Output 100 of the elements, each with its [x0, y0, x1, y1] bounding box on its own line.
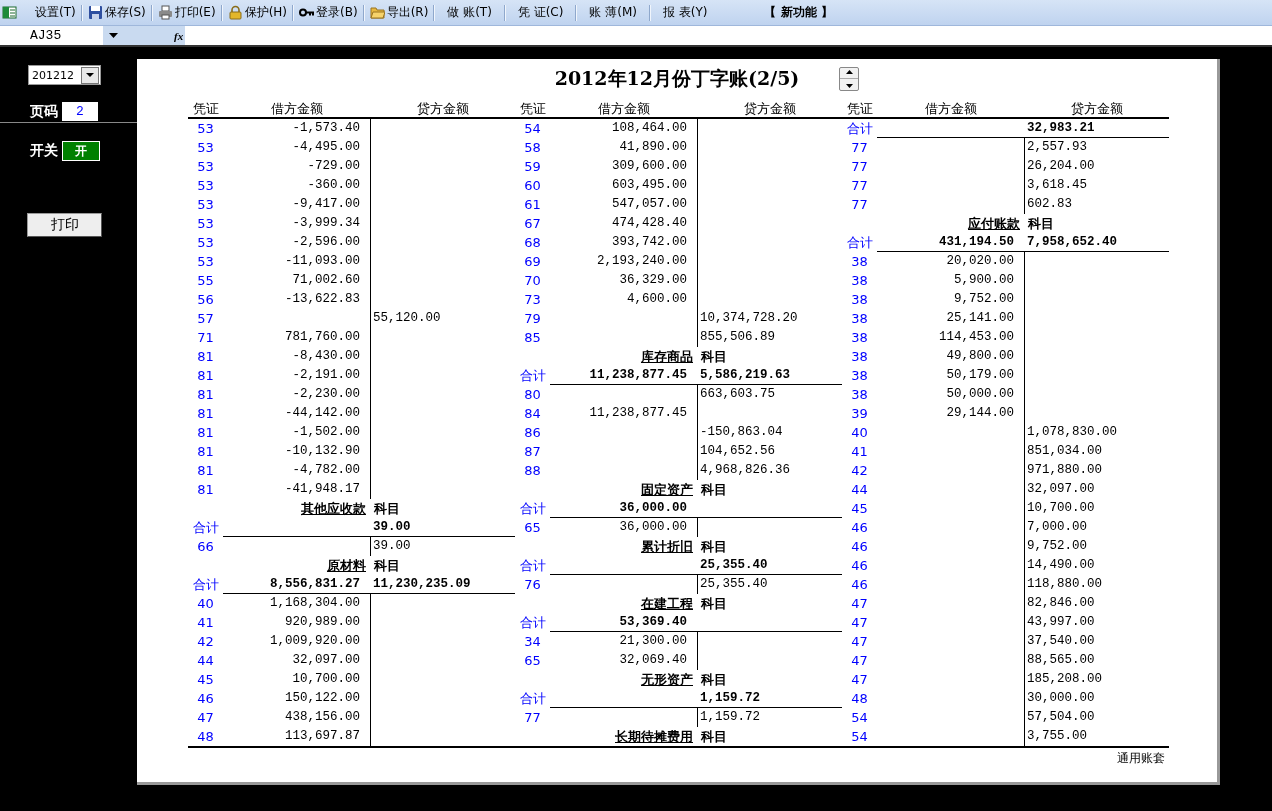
account-name: 无形资产 — [640, 671, 694, 689]
credit-total: 32,983.21 — [1024, 119, 1169, 138]
debit-amount: 4,600.00 — [626, 291, 688, 308]
voucher-number: 81 — [196, 405, 215, 423]
credit-amount: 82,846.00 — [1024, 594, 1169, 613]
debit-amount: -2,191.00 — [291, 367, 361, 384]
debit-amount: 2,193,240.00 — [596, 253, 688, 270]
credit-amount: 39.00 — [370, 537, 515, 556]
debit-amount: 36,329.00 — [618, 272, 688, 289]
voucher-number: 77 — [850, 158, 869, 176]
debit-amount: 393,742.00 — [611, 234, 688, 251]
debit-amount: 114,453.00 — [938, 329, 1015, 346]
account-suffix: 科目 — [700, 728, 728, 746]
debit-amount: -41,948.17 — [284, 481, 361, 498]
insert-function-button[interactable]: fx — [174, 29, 184, 42]
debit-amount: -4,782.00 — [291, 462, 361, 479]
name-box[interactable]: AJ35 — [0, 26, 103, 45]
voucher-number: 34 — [523, 633, 542, 651]
voucher-number: 80 — [523, 386, 542, 404]
voucher-number: 40 — [850, 424, 869, 442]
voucher-number: 47 — [850, 595, 869, 613]
toolbar-button[interactable]: 账 薄(M) — [577, 1, 649, 24]
debit-amount: -2,230.00 — [291, 386, 361, 403]
credit-amount: 855,506.89 — [697, 328, 842, 347]
folder-icon — [369, 5, 385, 20]
toolbar-button[interactable]: 报 表(Y) — [650, 1, 720, 24]
voucher-number: 39 — [850, 405, 869, 423]
sheet-title: 2012年12月份丁字账(2/5) — [554, 66, 800, 91]
voucher-number: 81 — [196, 443, 215, 461]
total-label: 合计 — [191, 576, 220, 594]
credit-amount: -150,863.04 — [697, 423, 842, 442]
debit-amount: -1,573.40 — [291, 120, 361, 137]
formula-input-field[interactable] — [185, 26, 1272, 45]
toolbar-button[interactable]: 保存(S) — [82, 1, 151, 24]
voucher-number: 41 — [196, 614, 215, 632]
voucher-number: 47 — [850, 633, 869, 651]
voucher-number: 77 — [523, 709, 542, 727]
credit-amount: 602.83 — [1024, 195, 1169, 214]
voucher-header: 凭证 — [842, 100, 877, 119]
credit-amount: 9,752.00 — [1024, 537, 1169, 556]
credit-total: 25,355.40 — [697, 556, 842, 575]
toolbar-button[interactable]: 做 账(T) — [435, 1, 504, 24]
credit-header: 贷方金额 — [370, 100, 515, 119]
account-name: 长期待摊费用 — [614, 728, 694, 746]
credit-amount: 971,880.00 — [1024, 461, 1169, 480]
voucher-number: 70 — [523, 272, 542, 290]
voucher-number: 41 — [850, 443, 869, 461]
credit-amount: 118,880.00 — [1024, 575, 1169, 594]
voucher-number: 53 — [196, 158, 215, 176]
page-number-field[interactable]: 2 — [62, 102, 98, 121]
voucher-number: 56 — [196, 291, 215, 309]
debit-amount: 113,697.87 — [284, 728, 361, 745]
debit-header: 借方金额 — [877, 100, 1024, 119]
credit-amount: 663,603.75 — [697, 385, 842, 404]
debit-amount: 1,168,304.00 — [269, 595, 361, 612]
footer-text: 通用账套 — [1117, 750, 1165, 767]
voucher-number: 47 — [196, 709, 215, 727]
toolbar-button[interactable]: 登录(B) — [294, 1, 363, 24]
account-suffix: 科目 — [1027, 215, 1055, 233]
voucher-number: 84 — [523, 405, 542, 423]
debit-amount: 71,002.60 — [291, 272, 361, 289]
credit-amount: 32,097.00 — [1024, 480, 1169, 499]
voucher-number: 46 — [196, 690, 215, 708]
toolbar-button[interactable]: 凭 证(C) — [505, 1, 576, 24]
voucher-number: 53 — [196, 196, 215, 214]
page-spinner[interactable] — [839, 67, 860, 91]
voucher-number: 38 — [850, 386, 869, 404]
voucher-number: 81 — [196, 367, 215, 385]
account-name: 库存商品 — [640, 348, 694, 366]
voucher-number: 54 — [850, 728, 869, 746]
debit-amount: 49,800.00 — [945, 348, 1015, 365]
voucher-number: 81 — [196, 386, 215, 404]
down-arrow-icon — [845, 83, 853, 88]
total-label: 合计 — [518, 367, 547, 385]
account-suffix: 科目 — [700, 481, 728, 499]
debit-amount: 1,009,920.00 — [269, 633, 361, 650]
debit-amount: 36,000.00 — [618, 519, 688, 536]
print-button[interactable]: 打印 — [27, 213, 102, 237]
voucher-header: 凭证 — [188, 100, 223, 119]
toolbar-button[interactable]: 导出(R) — [364, 1, 434, 24]
debit-amount: 108,464.00 — [611, 120, 688, 137]
credit-header: 贷方金额 — [1024, 100, 1169, 119]
debit-amount: -4,495.00 — [291, 139, 361, 156]
credit-amount: 57,504.00 — [1024, 708, 1169, 727]
credit-amount: 10,700.00 — [1024, 499, 1169, 518]
debit-amount: -11,093.00 — [284, 253, 361, 270]
debit-total: 8,556,831.27 — [223, 575, 370, 594]
toolbar-button[interactable]: 保护(H) — [222, 1, 293, 24]
new-features-button[interactable]: 【 新功能 】 — [759, 1, 838, 24]
switch-toggle[interactable]: 开 — [62, 141, 100, 161]
voucher-number: 81 — [196, 424, 215, 442]
period-dropdown[interactable]: 201212 — [28, 65, 101, 85]
toolbar-button[interactable]: 打印(E) — [152, 1, 221, 24]
debit-amount: -360.00 — [306, 177, 361, 194]
voucher-number: 60 — [523, 177, 542, 195]
toolbar-button[interactable]: 设置(T) — [2, 1, 81, 24]
total-label: 合计 — [191, 519, 220, 537]
voucher-number: 67 — [523, 215, 542, 233]
voucher-number: 47 — [850, 652, 869, 670]
debit-amount: -8,430.00 — [291, 348, 361, 365]
